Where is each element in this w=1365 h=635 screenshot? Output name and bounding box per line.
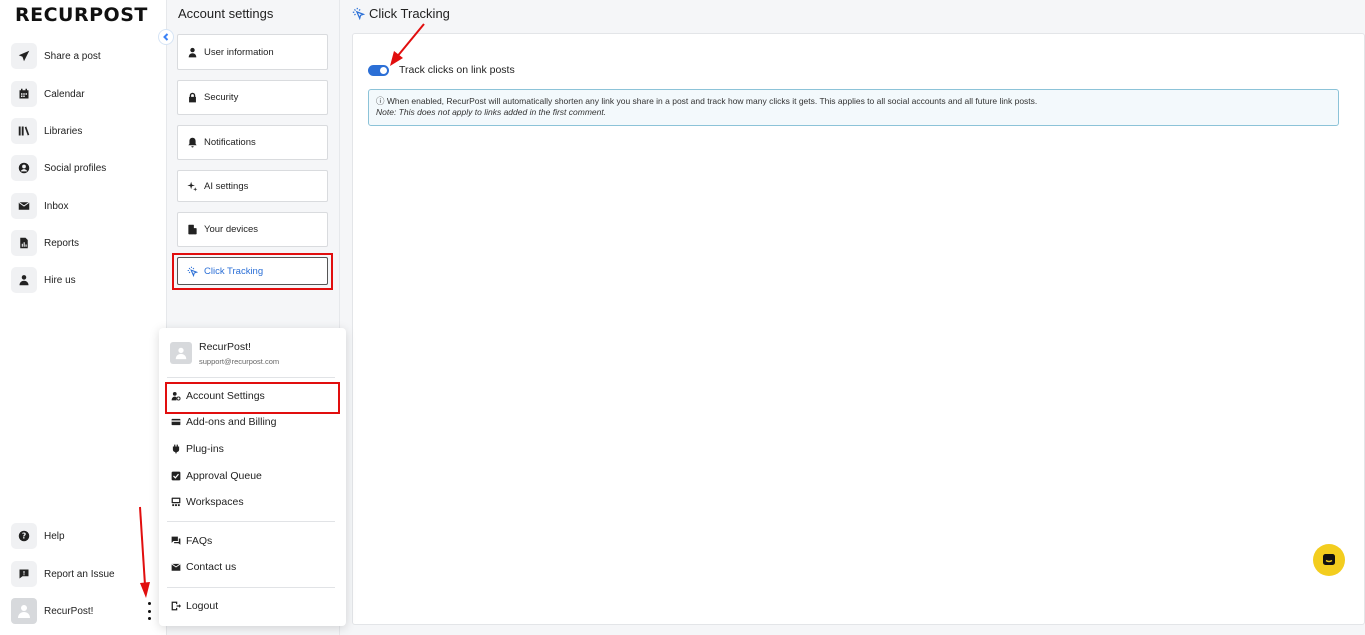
menu-item-label: FAQs [186,535,213,547]
menu-item-plugins[interactable]: Plug-ins [171,443,224,455]
click-cursor-icon [352,7,365,20]
sidebar-item-label: Inbox [44,200,69,212]
menu-item-addons-billing[interactable]: Add-ons and Billing [171,416,276,428]
user-icon [188,47,197,57]
menu-item-contact-us[interactable]: Contact us [171,561,236,573]
sidebar-item-label: Report an Issue [44,568,115,580]
menu-item-label: Approval Queue [186,470,262,482]
sidebar-item-label: Share a post [44,50,101,62]
sidebar-item-help[interactable]: ? Help [11,523,65,549]
settings-item-label: Click Tracking [204,265,264,277]
menu-item-account-settings[interactable]: Account Settings [171,390,265,402]
info-alert: ⓘ When enabled, RecurPost will automatic… [368,89,1339,126]
calendar-icon [11,81,37,107]
collapse-sidebar-button[interactable] [158,29,174,45]
menu-item-label: Contact us [186,561,237,573]
sidebar-item-label: Hire us [44,274,76,286]
recurpost-logo[interactable]: RECURPOST [15,4,148,26]
sidebar-item-hire-us[interactable]: Hire us [11,267,76,293]
menu-item-faqs[interactable]: FAQs [171,535,212,547]
menu-item-label: Workspaces [186,496,244,508]
help-icon: ? [11,523,37,549]
faq-icon [171,536,181,545]
settings-title: Account settings [178,6,274,21]
avatar [170,342,192,364]
sidebar-item-label: Reports [44,237,80,249]
chat-icon [1323,554,1335,565]
settings-item-label: Security [204,92,239,103]
svg-text:?: ? [22,532,26,541]
sidebar-item-label: Libraries [44,125,83,137]
main-sidebar: RECURPOST Share a post Calendar Librarie… [0,0,167,635]
settings-item-security[interactable]: Security [177,80,328,115]
settings-item-click-tracking[interactable]: Click Tracking [177,257,328,285]
menu-divider [167,377,335,378]
info-note: Note: This does not apply to links added… [376,107,607,118]
settings-item-label: Your devices [204,224,259,235]
inbox-icon [11,193,37,219]
library-icon [11,118,37,144]
sidebar-user-name: RecurPost! [44,605,94,617]
info-text: ⓘ When enabled, RecurPost will automatic… [376,96,1038,106]
menu-item-label: Plug-ins [186,443,224,455]
sidebar-item-report-issue[interactable]: Report an Issue [11,561,115,587]
menu-item-label: Logout [186,600,219,612]
settings-item-your-devices[interactable]: Your devices [177,212,328,247]
plugin-icon [172,444,180,454]
social-profiles-icon [11,155,37,181]
sidebar-item-social-profiles[interactable]: Social profiles [11,155,106,181]
sidebar-item-libraries[interactable]: Libraries [11,118,82,144]
sidebar-item-label: Help [44,530,65,542]
menu-item-workspaces[interactable]: Workspaces [171,496,244,508]
lock-icon [189,92,196,103]
settings-item-notifications[interactable]: Notifications [177,125,328,160]
sidebar-item-calendar[interactable]: Calendar [11,81,85,107]
menu-user-info: RecurPost! support@recurpost.com [170,341,279,366]
settings-item-label: Notifications [204,137,256,148]
more-options-icon[interactable] [146,602,152,620]
devices-icon [188,224,197,235]
menu-item-label: Add-ons and Billing [186,416,277,428]
menu-user-name: RecurPost! [199,341,251,353]
settings-item-ai-settings[interactable]: AI settings [177,170,328,202]
sidebar-item-share-a-post[interactable]: Share a post [11,43,101,69]
bell-icon [188,137,197,148]
account-settings-icon [171,391,181,401]
sidebar-item-label: Social profiles [44,162,107,174]
person-icon [11,267,37,293]
billing-icon [171,418,181,426]
menu-divider [167,587,335,588]
workspaces-icon [171,497,181,507]
sparkle-icon [187,181,198,191]
settings-item-label: User information [204,46,274,58]
settings-item-user-information[interactable]: User information [177,34,328,70]
menu-user-email: support@recurpost.com [199,357,280,366]
chat-support-button[interactable] [1313,544,1345,576]
page-header: Click Tracking [352,6,450,21]
report-issue-icon [11,561,37,587]
menu-item-label: Account Settings [186,390,265,402]
track-clicks-label: Track clicks on link posts [399,64,515,76]
approval-icon [171,471,181,481]
menu-item-approval-queue[interactable]: Approval Queue [171,470,262,482]
track-clicks-toggle[interactable] [368,65,389,76]
sidebar-item-label: Calendar [44,88,85,100]
menu-divider [167,521,335,522]
click-cursor-icon [187,266,198,277]
contact-icon [171,563,181,571]
user-dropdown-menu: RecurPost! support@recurpost.com Account… [159,328,346,626]
page-title: Click Tracking [369,6,450,21]
logout-icon [171,601,181,611]
avatar [11,598,37,624]
reports-icon [11,230,37,256]
menu-item-logout[interactable]: Logout [171,600,218,612]
settings-item-label: AI settings [204,180,249,192]
click-tracking-card: Track clicks on link posts ⓘ When enable… [352,33,1365,625]
sidebar-item-inbox[interactable]: Inbox [11,193,68,219]
sidebar-user[interactable]: RecurPost! [11,598,93,624]
chevron-left-icon [163,33,169,41]
send-icon [11,43,37,69]
sidebar-item-reports[interactable]: Reports [11,230,79,256]
